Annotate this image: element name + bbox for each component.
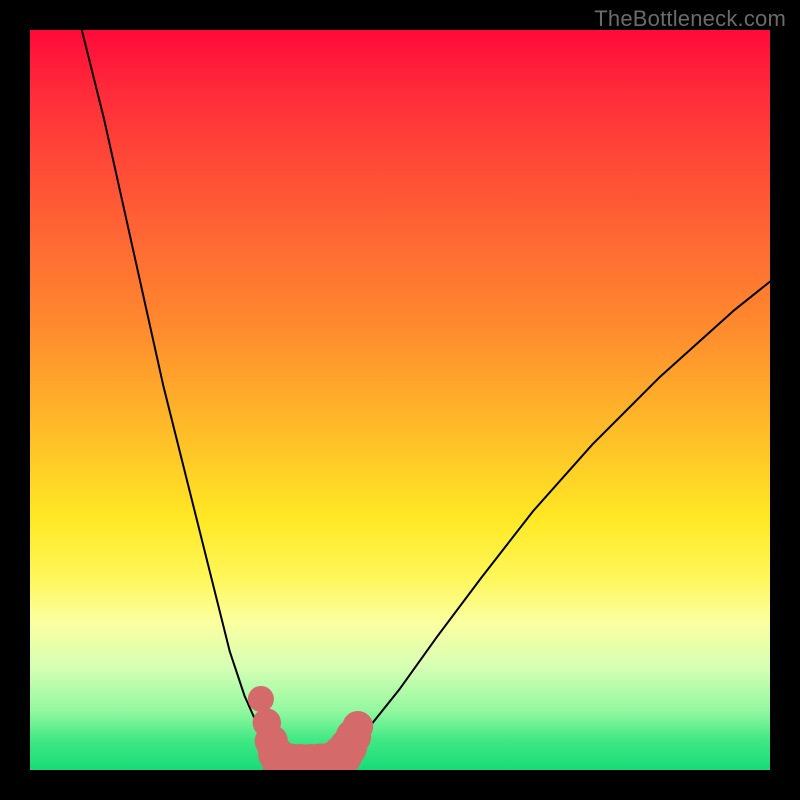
outer-frame: TheBottleneck.com [0,0,800,800]
series-right-branch [333,282,770,764]
plot-area [30,30,770,770]
curve-layer [82,30,770,766]
marker-dot [248,686,274,712]
series-left-branch [82,30,283,764]
marker-layer [248,686,373,770]
watermark-text: TheBottleneck.com [594,6,786,32]
marker-dot [342,711,373,742]
chart-svg [30,30,770,770]
